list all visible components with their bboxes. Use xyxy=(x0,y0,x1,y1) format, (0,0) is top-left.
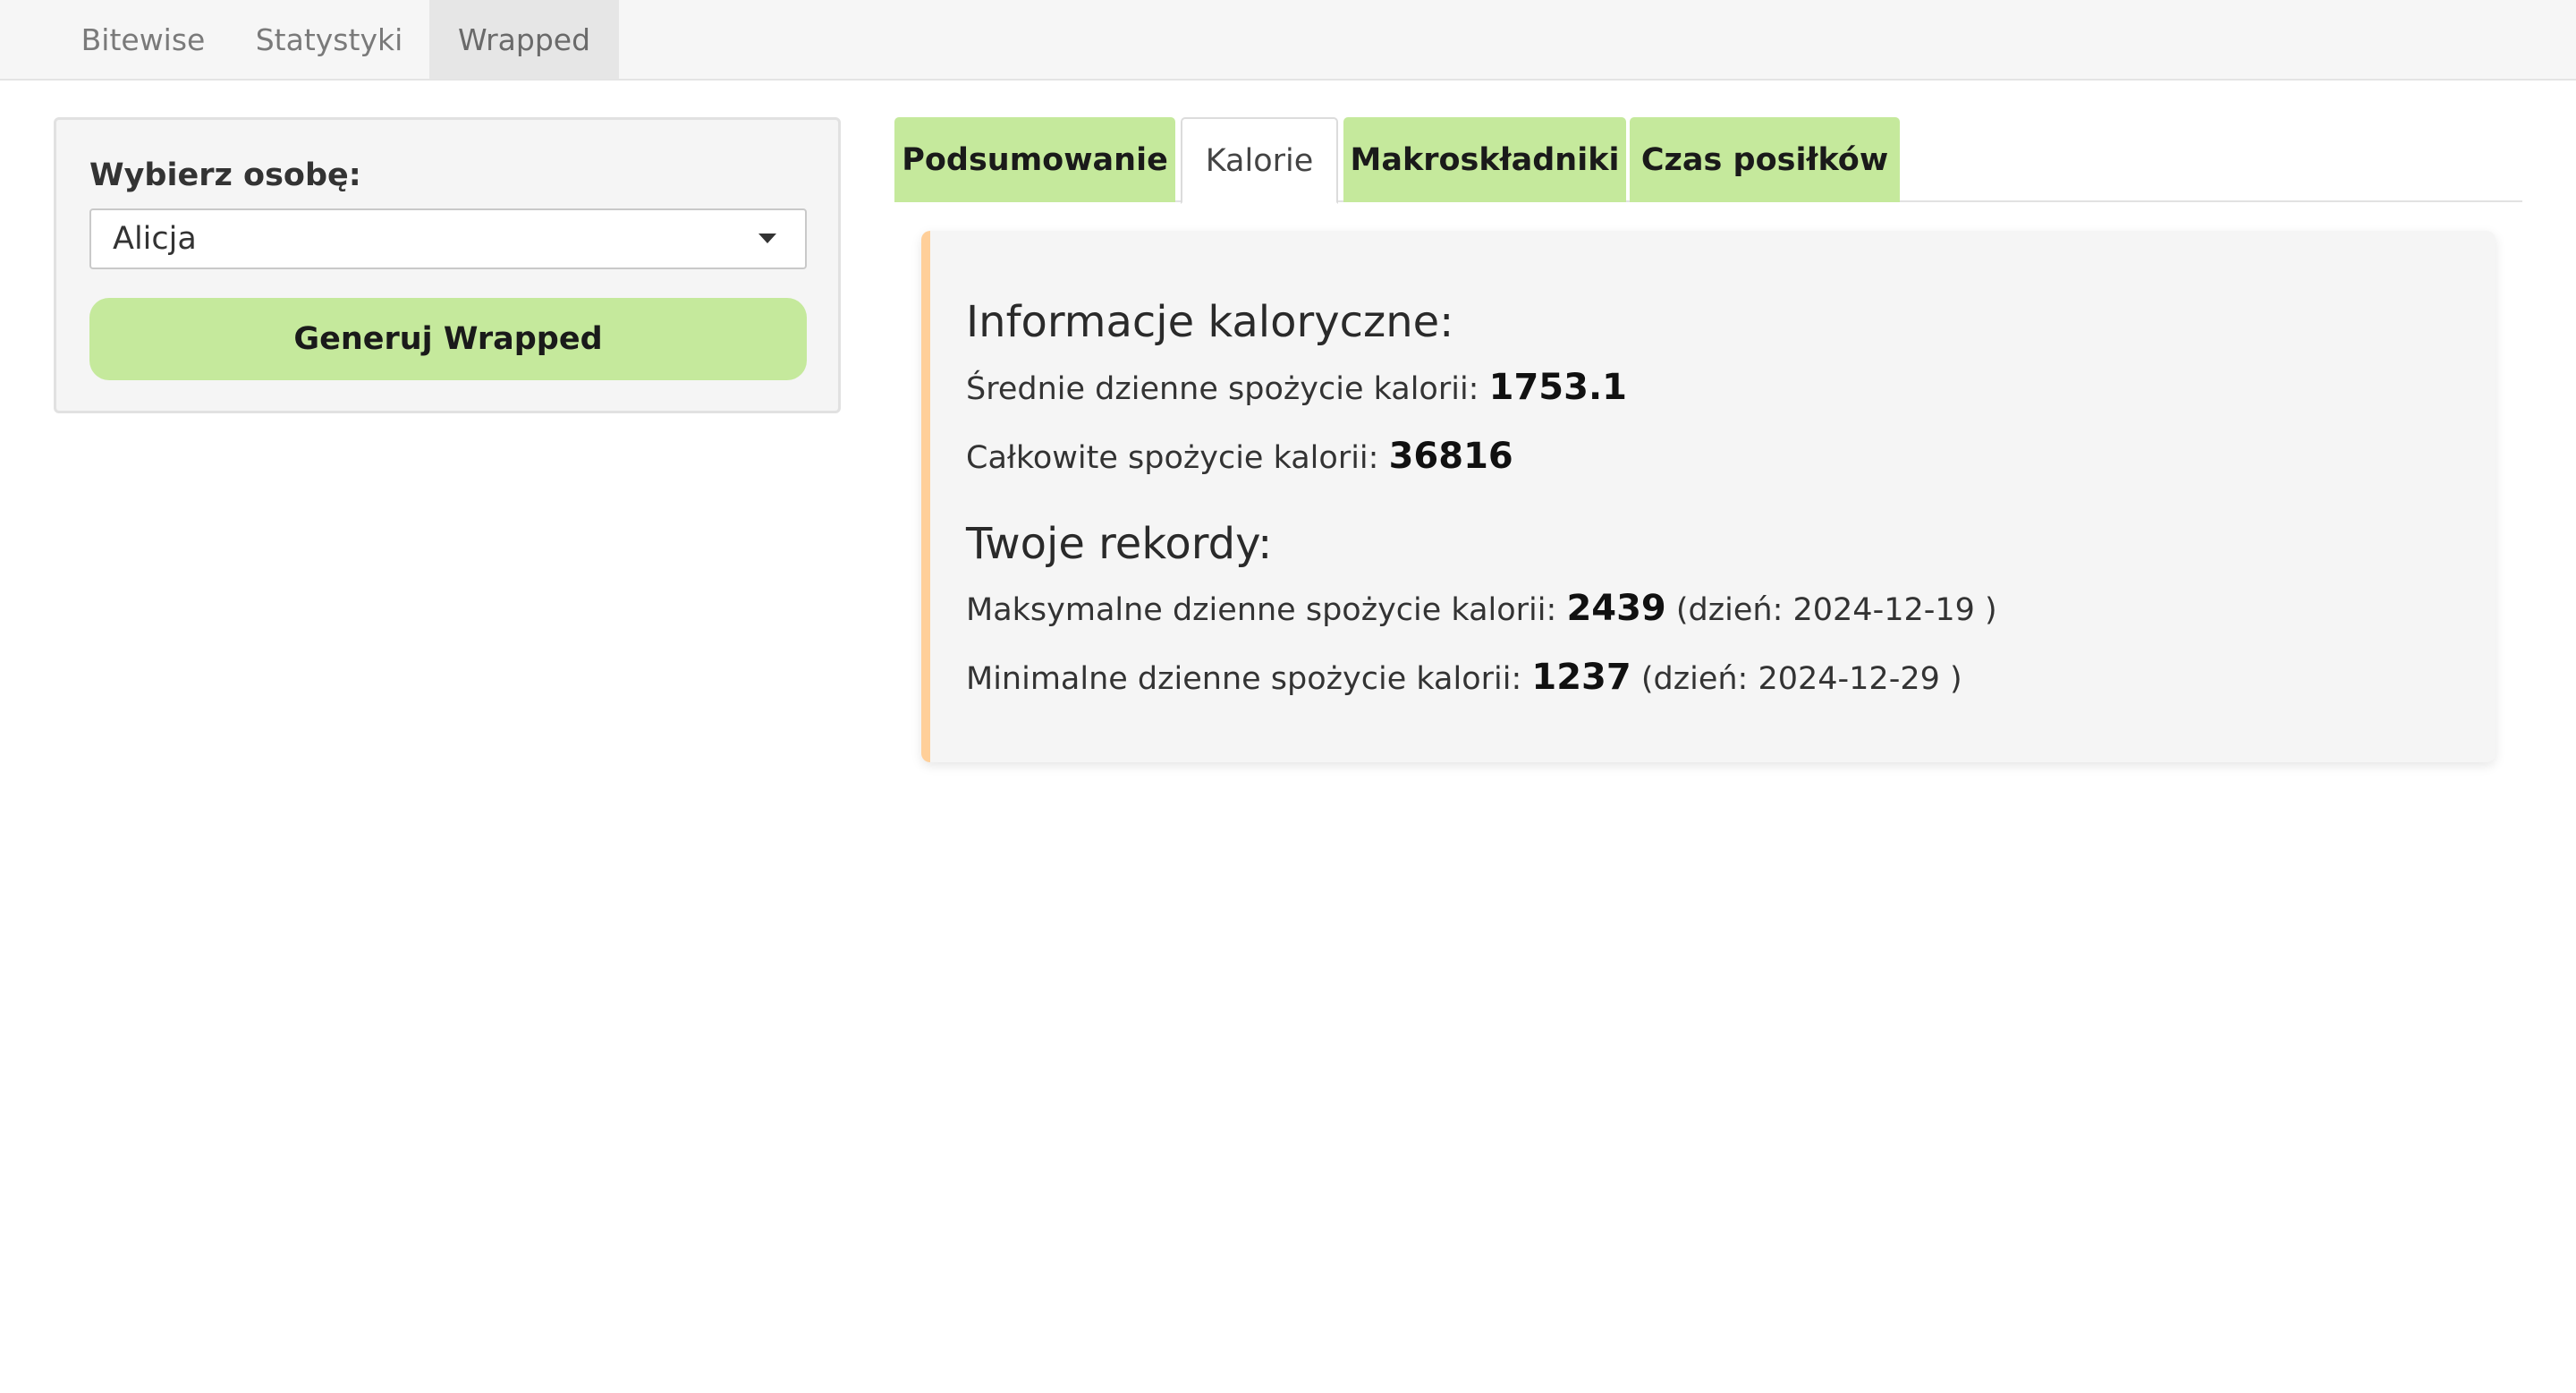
min-calories-value: 1237 xyxy=(1531,657,1631,698)
total-calories-line: Całkowite spożycie kalorii: 36816 xyxy=(966,436,1513,477)
tab-kalorie[interactable]: Kalorie xyxy=(1181,117,1338,204)
top-navbar: Bitewise Statystyki Wrapped xyxy=(0,0,2576,81)
total-calories-label: Całkowite spożycie kalorii: xyxy=(966,440,1379,476)
min-calories-label: Minimalne dzienne spożycie kalorii: xyxy=(966,661,1522,697)
avg-calories-line: Średnie dzienne spożycie kalorii: 1753.1 xyxy=(966,367,1627,408)
avg-calories-label: Średnie dzienne spożycie kalorii: xyxy=(966,371,1479,407)
generate-wrapped-button[interactable]: Generuj Wrapped xyxy=(89,298,807,380)
calories-info-card: Informacje kaloryczne: Średnie dzienne s… xyxy=(921,231,2496,762)
chevron-down-icon xyxy=(758,234,776,243)
records-heading: Twoje rekordy: xyxy=(966,519,1273,569)
tab-czas-posilkow[interactable]: Czas posiłków xyxy=(1630,117,1900,202)
person-select[interactable]: Alicja xyxy=(89,208,807,269)
sidebar-panel: Wybierz osobę: Alicja Generuj Wrapped xyxy=(54,117,841,413)
tab-makroskladniki[interactable]: Makroskładniki xyxy=(1343,117,1626,202)
min-calories-day: (dzień: 2024-12-29 ) xyxy=(1640,661,1962,697)
total-calories-value: 36816 xyxy=(1388,436,1513,477)
max-calories-label: Maksymalne dzienne spożycie kalorii: xyxy=(966,592,1557,628)
avg-calories-value: 1753.1 xyxy=(1488,367,1627,408)
nav-item-bitewise[interactable]: Bitewise xyxy=(54,0,233,79)
min-calories-line: Minimalne dzienne spożycie kalorii: 1237… xyxy=(966,657,1962,698)
nav-item-statystyki[interactable]: Statystyki xyxy=(240,0,419,79)
max-calories-value: 2439 xyxy=(1566,588,1666,629)
tab-podsumowanie[interactable]: Podsumowanie xyxy=(894,117,1175,202)
nav-item-wrapped[interactable]: Wrapped xyxy=(429,0,619,79)
person-select-label: Wybierz osobę: xyxy=(89,157,361,193)
calories-info-heading: Informacje kaloryczne: xyxy=(966,297,1454,347)
person-select-value: Alicja xyxy=(113,221,197,257)
max-calories-line: Maksymalne dzienne spożycie kalorii: 243… xyxy=(966,588,1997,629)
max-calories-day: (dzień: 2024-12-19 ) xyxy=(1675,592,1997,628)
